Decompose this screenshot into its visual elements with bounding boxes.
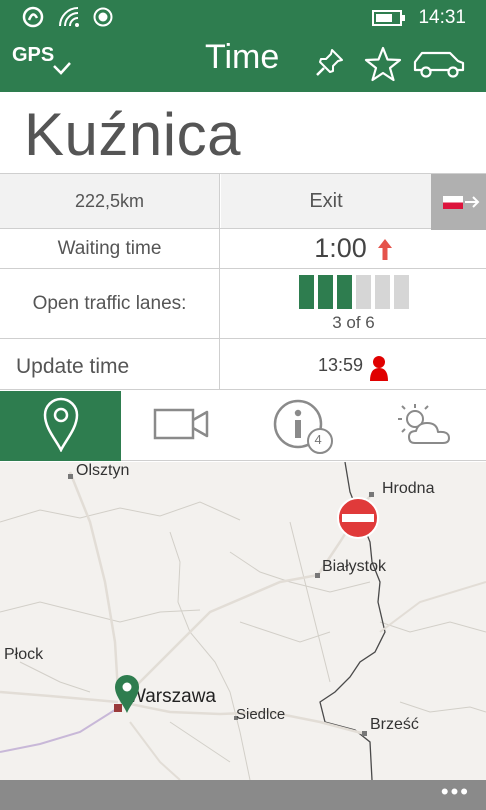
exit-button[interactable] (431, 174, 486, 230)
lane-open (317, 274, 333, 309)
distance-row: 222,5km Exit (0, 173, 486, 230)
map-pin-icon (42, 396, 80, 457)
info-icon: 4 (270, 398, 336, 454)
lanes-indicator (298, 274, 409, 309)
map-view[interactable]: Olsztyn Hrodna Białystok Płock Warszawa … (0, 462, 486, 780)
waiting-row: Waiting time 1:00 (0, 229, 486, 269)
poland-flag-icon (443, 196, 463, 214)
info-badge: 4 (314, 432, 322, 447)
gps-label: GPS (12, 44, 55, 66)
tab-weather[interactable] (363, 391, 484, 461)
lanes-label: Open traffic lanes: (0, 269, 220, 338)
bottom-app-bar: ••• (0, 780, 486, 810)
map-label-bialystok: Białystok (322, 558, 387, 575)
lane-open (336, 274, 352, 309)
star-icon[interactable] (364, 46, 402, 87)
app-bar: GPS Time (0, 36, 486, 92)
map-label-warszawa: Warszawa (128, 686, 216, 707)
lanes-row: Open traffic lanes: 3 of 6 (0, 269, 486, 339)
waiting-value: 1:00 (314, 233, 367, 263)
lane-closed (355, 274, 371, 309)
sun-cloud-icon (393, 401, 455, 452)
video-camera-icon (152, 406, 212, 447)
tab-camera[interactable] (121, 391, 242, 461)
location-dot-icon (92, 6, 114, 33)
update-row: Update time 13:59 (0, 339, 486, 390)
checkmark-icon (52, 61, 72, 80)
status-bar: 14:31 (0, 0, 486, 36)
signal-wifi-icon (58, 6, 84, 33)
lane-closed (374, 274, 390, 309)
map-label-brzesc: Brześć (370, 716, 419, 733)
map-label-plock: Płock (4, 646, 44, 663)
lane-open (298, 274, 314, 309)
location-marker-icon[interactable] (114, 674, 140, 719)
person-icon (369, 355, 389, 381)
border-crossing-marker[interactable] (336, 496, 380, 545)
tab-location[interactable] (0, 391, 121, 461)
map-label-hrodna: Hrodna (382, 480, 435, 497)
car-icon[interactable] (412, 48, 466, 85)
pin-icon[interactable] (314, 46, 346, 83)
tab-bar: 4 (0, 391, 486, 461)
more-button[interactable]: ••• (441, 781, 470, 803)
update-cell: 13:59 (221, 339, 486, 389)
update-label: Update time (0, 339, 220, 389)
lanes-cell: 3 of 6 (221, 269, 486, 338)
app-title: Time (205, 38, 280, 76)
trend-up-icon (377, 237, 393, 261)
tab-info[interactable]: 4 (242, 391, 363, 461)
map-label-olsztyn: Olsztyn (76, 462, 130, 479)
battery-icon (372, 10, 406, 31)
map-label-siedlce: Siedlce (236, 706, 286, 723)
waiting-cell: 1:00 (221, 229, 486, 268)
nfc-icon (22, 6, 44, 33)
arrow-right-icon (464, 194, 480, 215)
lanes-text: 3 of 6 (332, 312, 375, 332)
lane-closed (393, 274, 409, 309)
status-time: 14:31 (418, 7, 466, 28)
update-value: 13:59 (317, 354, 364, 375)
waiting-label: Waiting time (0, 229, 220, 268)
exit-label: Exit (221, 174, 431, 228)
crossing-name: Kuźnica (24, 101, 241, 168)
distance-value: 222,5km (0, 174, 220, 228)
